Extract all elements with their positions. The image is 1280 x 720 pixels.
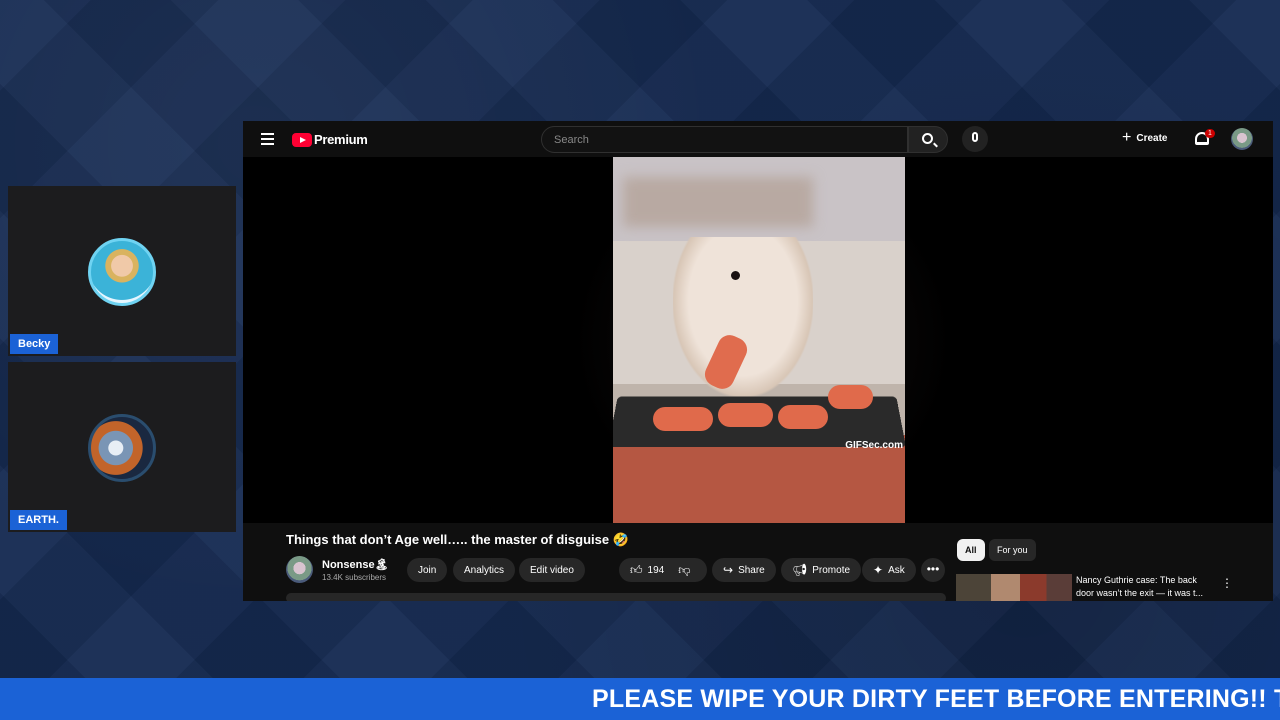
youtube-premium-logo[interactable]: Premium — [292, 132, 368, 147]
channel-name[interactable]: Nonsense🏝 — [322, 558, 389, 571]
video-player[interactable]: GIFSec.com — [243, 157, 1273, 523]
hamster-eye — [731, 271, 740, 280]
carrot-image — [718, 403, 773, 427]
analytics-button[interactable]: Analytics — [453, 558, 516, 582]
earth-avatar — [88, 414, 156, 482]
description-box[interactable] — [286, 593, 946, 601]
like-count[interactable]: 194 — [648, 565, 665, 576]
carrot-image — [778, 405, 828, 429]
share-label: Share — [738, 564, 765, 576]
create-button[interactable]: + Create — [1122, 130, 1167, 146]
youtube-masthead: Premium Search + Create 1 — [243, 121, 1273, 157]
recommendation-title[interactable]: Nancy Guthrie case: The back door wasn’t… — [1076, 574, 1216, 600]
sparkle-icon: ✦ — [873, 563, 884, 577]
join-button[interactable]: Join — [407, 558, 448, 582]
search-input[interactable]: Search — [541, 126, 908, 153]
create-label: Create — [1136, 132, 1168, 144]
thumbs-up-icon[interactable]: 👍︎ — [630, 563, 643, 578]
logo-text: Premium — [314, 132, 368, 147]
ask-label: Ask — [888, 564, 905, 576]
youtube-window: Premium Search + Create 1 GIFSec.com Thi… — [243, 121, 1273, 601]
megaphone-icon: 📢︎ — [792, 563, 808, 577]
account-avatar[interactable] — [1231, 128, 1253, 150]
chip-for-you[interactable]: For you — [989, 539, 1036, 561]
promote-button[interactable]: 📢︎ Promote — [781, 558, 862, 582]
youtube-play-icon — [292, 132, 312, 147]
participant-tile-becky: Becky — [8, 186, 236, 356]
becky-avatar — [88, 238, 156, 306]
ticker-text: PLEASE WIPE YOUR DIRTY FEET BEFORE ENTER… — [592, 685, 1280, 713]
like-dislike-group: 👍︎ 194 👎︎ — [619, 558, 707, 582]
participant-tile-earth: EARTH. — [8, 362, 236, 532]
more-actions-icon[interactable]: ••• — [921, 558, 945, 582]
hamster-image — [673, 237, 813, 397]
carrot-image — [828, 385, 873, 409]
recommendation-thumbnail[interactable] — [956, 574, 1072, 601]
search-icon — [922, 133, 933, 144]
edit-video-button[interactable]: Edit video — [519, 558, 585, 582]
plus-icon: + — [1122, 129, 1132, 146]
search-button[interactable] — [908, 126, 948, 153]
share-icon: ↪ — [723, 563, 734, 577]
voice-search-button[interactable] — [962, 126, 988, 152]
video-frame: GIFSec.com — [613, 157, 905, 523]
share-button[interactable]: ↪ Share — [712, 558, 776, 582]
microphone-icon — [972, 132, 978, 142]
promote-label: Promote — [812, 564, 851, 576]
notification-badge: 1 — [1205, 129, 1215, 138]
subscriber-count: 13.4K subscribers — [322, 573, 387, 582]
video-title: Things that don’t Age well….. the master… — [286, 532, 629, 547]
menu-icon[interactable] — [261, 133, 274, 148]
chip-all[interactable]: All — [957, 539, 985, 561]
channel-avatar[interactable] — [286, 556, 313, 583]
ask-button[interactable]: ✦ Ask — [862, 558, 916, 582]
thumbs-down-icon[interactable]: 👎︎ — [678, 563, 690, 578]
ticker-banner: PLEASE WIPE YOUR DIRTY FEET BEFORE ENTER… — [0, 678, 1280, 720]
blurred-region — [623, 177, 813, 227]
participant-name-tag: EARTH. — [10, 510, 67, 530]
carrot-image — [653, 407, 713, 431]
video-watermark: GIFSec.com — [845, 440, 903, 451]
recommendation-menu-icon[interactable]: ⋮ — [1221, 576, 1233, 590]
participant-name-tag: Becky — [10, 334, 59, 354]
